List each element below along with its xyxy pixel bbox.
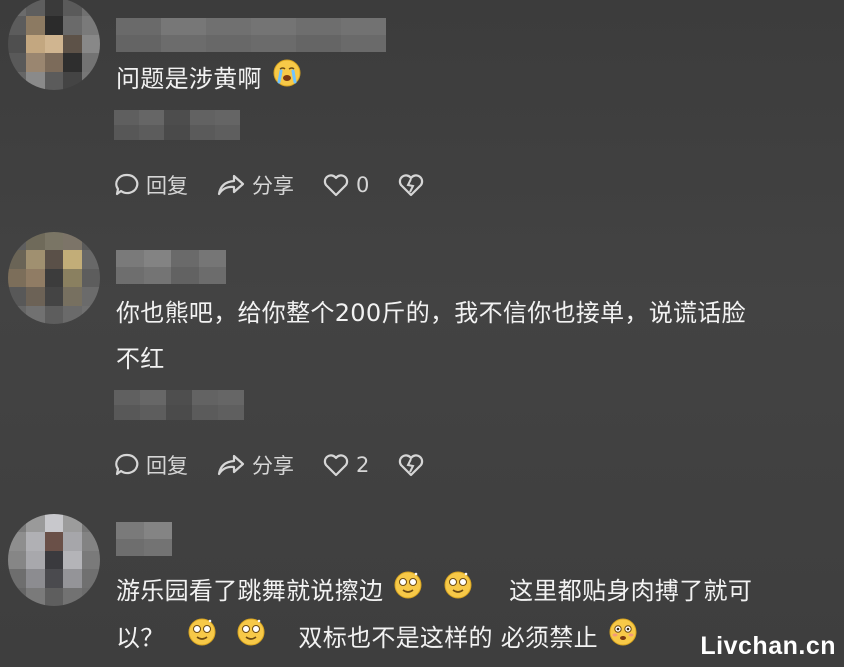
comment-text: 游乐园看了跳舞就说擦边 这里都贴身肉搏了就可 以？ 双标也不是这样的 必须禁止 <box>116 568 752 662</box>
username-blurred[interactable] <box>116 250 226 284</box>
like-count: 0 <box>356 173 370 197</box>
comment-text-line: 不红 <box>116 345 165 373</box>
comment-text: 问题是涉黄啊 <box>116 56 304 103</box>
username-blurred[interactable] <box>116 18 386 52</box>
avatar[interactable] <box>8 232 100 324</box>
comment-text-segment: 游乐园看了跳舞就说擦边 <box>116 577 384 605</box>
dislike-button[interactable] <box>397 452 431 478</box>
broken-heart-icon <box>399 454 424 477</box>
heart-icon <box>323 454 349 477</box>
share-arrow-icon <box>217 454 245 476</box>
share-button[interactable]: 分享 <box>216 450 294 480</box>
comment-text-line: 游乐园看了跳舞就说擦边 这里都贴身肉搏了就可 <box>116 568 752 615</box>
timestamp-blurred <box>114 110 240 140</box>
reply-label: 回复 <box>146 454 188 478</box>
comment-actions: 回复 分享 0 <box>114 168 459 202</box>
dizzy-emoji-icon <box>187 616 217 662</box>
comment-text: 你也熊吧，给你整个200斤的，我不信你也接单，说谎话脸 不红 <box>116 290 746 382</box>
share-label: 分享 <box>252 454 294 478</box>
like-count: 2 <box>356 453 370 477</box>
dizzy-emoji-icon <box>236 616 266 662</box>
username-blurred[interactable] <box>116 522 172 556</box>
broken-heart-icon <box>399 174 424 197</box>
share-label: 分享 <box>252 174 294 198</box>
comment-bubble-icon <box>115 173 139 196</box>
comment-bubble-icon <box>115 453 139 476</box>
reply-button[interactable]: 回复 <box>114 450 188 480</box>
avatar[interactable] <box>8 0 100 90</box>
dizzy-emoji-icon <box>393 569 423 615</box>
comment-actions: 回复 分享 2 <box>114 448 459 482</box>
share-button[interactable]: 分享 <box>216 170 294 200</box>
watermark: Livchan.cn <box>700 632 836 660</box>
reply-button[interactable]: 回复 <box>114 170 188 200</box>
comment-text-segment: 双标也不是这样的 必须禁止 <box>298 624 598 652</box>
crying-emoji-icon <box>272 57 302 103</box>
timestamp-blurred <box>114 390 244 420</box>
heart-icon <box>323 174 349 197</box>
flushed-emoji-icon <box>608 616 638 662</box>
comment-text-segment: 这里都贴身肉搏了就可 <box>509 577 753 605</box>
share-arrow-icon <box>217 174 245 196</box>
comment-text-segment: 以？ <box>116 624 165 652</box>
comment-text-content: 问题是涉黄啊 <box>116 65 262 93</box>
like-button[interactable]: 0 <box>322 172 369 198</box>
comment-text-line: 以？ 双标也不是这样的 必须禁止 <box>116 615 752 662</box>
like-button[interactable]: 2 <box>322 452 369 478</box>
avatar[interactable] <box>8 514 100 606</box>
comment-text-line: 你也熊吧，给你整个200斤的，我不信你也接单，说谎话脸 <box>116 299 746 327</box>
dizzy-emoji-icon <box>443 569 473 615</box>
reply-label: 回复 <box>146 174 188 198</box>
dislike-button[interactable] <box>397 172 431 198</box>
